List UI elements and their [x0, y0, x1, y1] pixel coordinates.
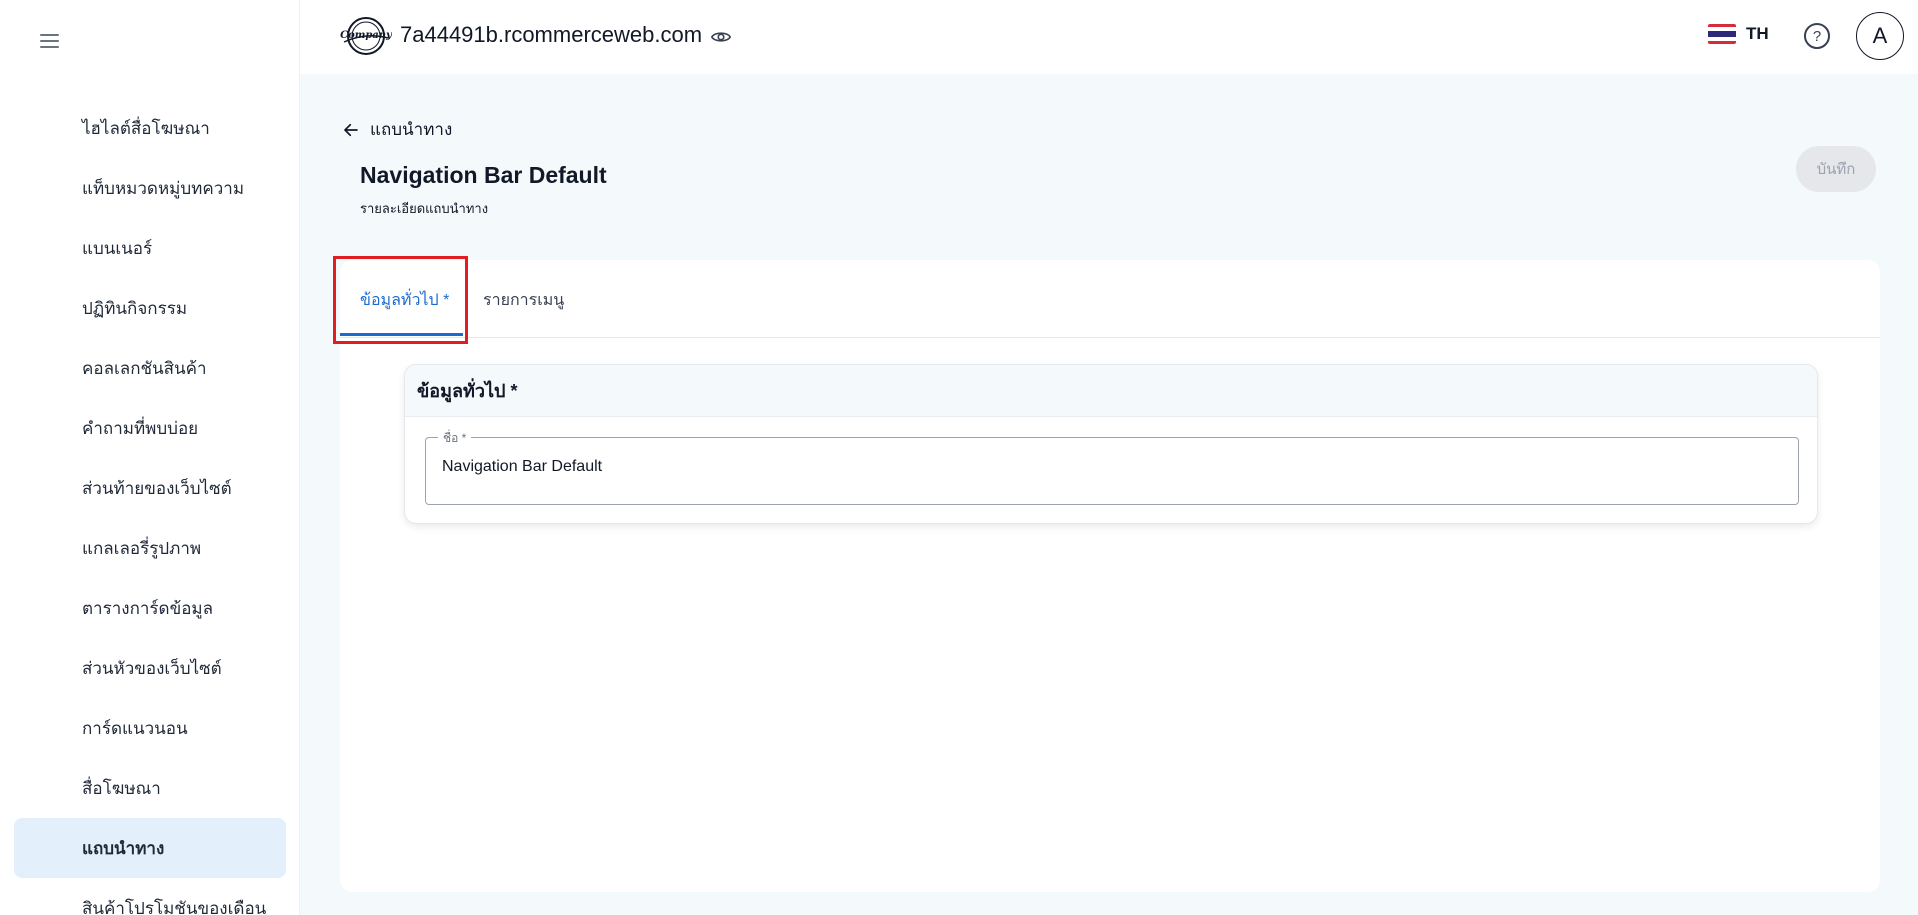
sidebar-item-info-card-grid[interactable]: ตารางการ์ดข้อมูล: [14, 578, 286, 638]
name-field-label: ชื่อ *: [438, 429, 472, 448]
sidebar-item-website-footer[interactable]: ส่วนท้ายของเว็บไซต์: [14, 458, 286, 518]
sidebar-item-media[interactable]: สื่อโฆษณา: [14, 758, 286, 818]
menu-icon[interactable]: [36, 30, 64, 54]
company-logo-text: Company: [340, 30, 392, 41]
highlight-annotation: [333, 256, 468, 344]
site-domain: 7a44491b.rcommerceweb.com: [400, 22, 703, 47]
general-info-section: ข้อมูลทั่วไป * ชื่อ *: [404, 364, 1818, 524]
sidebar: ไฮไลต์สื่อโฆษณา แท็บหมวดหมู่บทความ แบนเน…: [0, 0, 300, 915]
tab-bar: ข้อมูลทั่วไป * รายการเมนู: [340, 260, 1880, 338]
avatar[interactable]: A: [1856, 12, 1904, 60]
thai-flag-icon: [1708, 24, 1736, 44]
sidebar-item-horizontal-card[interactable]: การ์ดแนวนอน: [14, 698, 286, 758]
arrow-left-icon: [344, 123, 358, 136]
sidebar-item-monthly-promotion[interactable]: สินค้าโปรโมชันของเดือน: [14, 878, 286, 915]
name-input[interactable]: [442, 458, 1772, 476]
sidebar-item-navigation-bar[interactable]: แถบนำทาง: [14, 818, 286, 878]
section-title: ข้อมูลทั่วไป *: [405, 365, 1817, 417]
eye-icon[interactable]: [710, 26, 732, 48]
sidebar-item-product-collection[interactable]: คอลเลกชันสินค้า: [14, 338, 286, 398]
sidebar-item-faq[interactable]: คำถามที่พบบ่อย: [14, 398, 286, 458]
company-logo: Company: [340, 17, 392, 55]
back-link-label: แถบนำทาง: [370, 120, 453, 139]
back-link[interactable]: แถบนำทาง: [342, 116, 452, 143]
tab-menu-items[interactable]: รายการเมนู: [483, 288, 564, 313]
sidebar-item-media-highlight[interactable]: ไฮไลต์สื่อโฆษณา: [14, 98, 286, 158]
sidebar-item-image-gallery[interactable]: แกลเลอรี่รูปภาพ: [14, 518, 286, 578]
content-card: ข้อมูลทั่วไป * รายการเมนู: [340, 260, 1880, 892]
page-subtitle: รายละเอียดแถบนำทาง: [360, 201, 489, 216]
language-code: TH: [1746, 24, 1769, 43]
save-button[interactable]: บันทึก: [1796, 146, 1876, 192]
sidebar-item-website-header[interactable]: ส่วนหัวของเว็บไซต์: [14, 638, 286, 698]
page-title: Navigation Bar Default: [360, 162, 607, 188]
sidebar-item-article-category-tabs[interactable]: แท็บหมวดหมู่บทความ: [14, 158, 286, 218]
sidebar-item-event-calendar[interactable]: ปฏิทินกิจกรรม: [14, 278, 286, 338]
name-field[interactable]: ชื่อ *: [425, 429, 1799, 505]
sidebar-nav: ไฮไลต์สื่อโฆษณา แท็บหมวดหมู่บทความ แบนเน…: [0, 98, 299, 915]
help-icon[interactable]: ?: [1804, 23, 1830, 49]
sidebar-item-banner[interactable]: แบนเนอร์: [14, 218, 286, 278]
language-selector[interactable]: TH: [1708, 24, 1769, 44]
top-header: Company 7a44491b.rcommerceweb.com TH ? A: [300, 0, 1918, 74]
